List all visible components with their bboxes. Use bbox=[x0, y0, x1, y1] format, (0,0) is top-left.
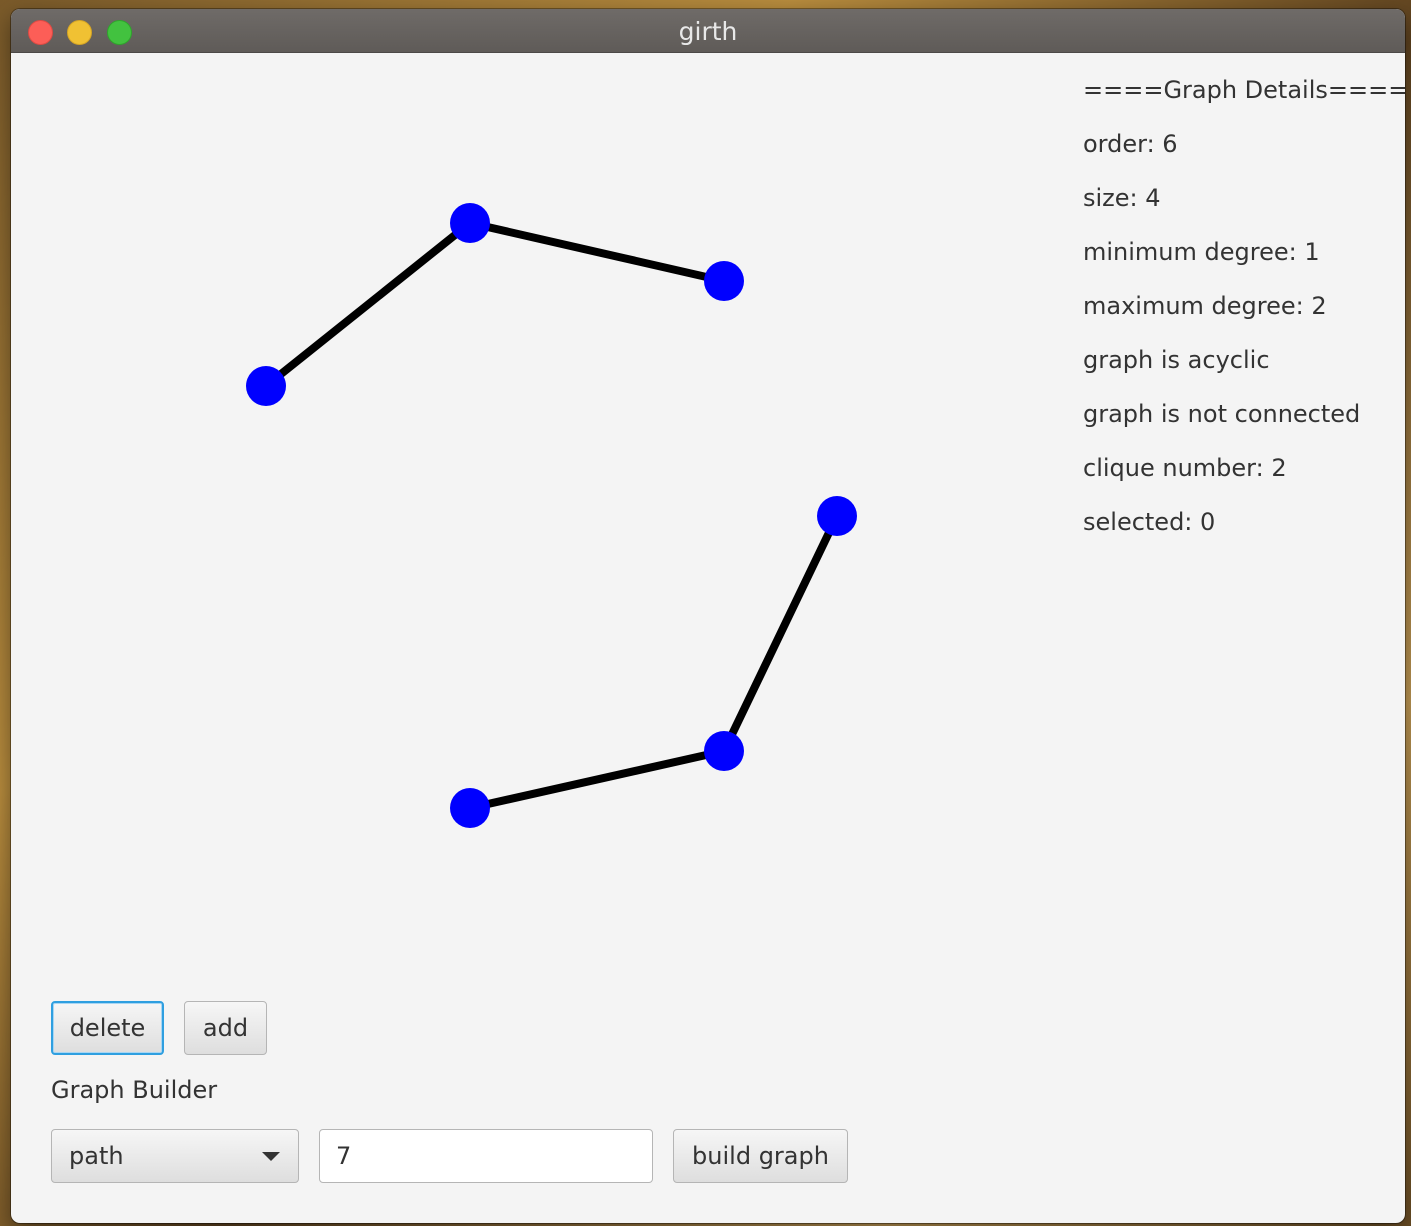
minimum-degree-text: minimum degree: 1 bbox=[1083, 238, 1320, 266]
clique-number-text: clique number: 2 bbox=[1083, 454, 1287, 482]
details-header: ====Graph Details==== bbox=[1083, 76, 1405, 104]
graph-edge[interactable] bbox=[469, 747, 725, 812]
graph-vertex[interactable] bbox=[246, 366, 286, 406]
graph-vertex[interactable] bbox=[450, 788, 490, 828]
graph-vertices bbox=[246, 203, 857, 828]
app-window: girth ====Graph Details==== order: 6 siz… bbox=[11, 9, 1405, 1223]
graph-type-value: path bbox=[69, 1142, 124, 1170]
graph-builder-label: Graph Builder bbox=[51, 1076, 218, 1104]
graph-canvas[interactable] bbox=[11, 53, 1061, 983]
graph-edge[interactable] bbox=[469, 219, 725, 285]
graph-details-panel: ====Graph Details==== order: 6 size: 4 m… bbox=[1083, 73, 1405, 559]
chevron-down-icon bbox=[262, 1152, 280, 1161]
graph-vertex[interactable] bbox=[450, 203, 490, 243]
graph-edge[interactable] bbox=[263, 219, 473, 390]
maximum-degree-text: maximum degree: 2 bbox=[1083, 292, 1327, 320]
graph-edges bbox=[263, 219, 841, 812]
graph-vertex[interactable] bbox=[704, 731, 744, 771]
window-title: girth bbox=[678, 17, 738, 46]
delete-button[interactable]: delete bbox=[51, 1001, 164, 1055]
connected-status-text: graph is not connected bbox=[1083, 400, 1361, 428]
build-graph-button[interactable]: build graph bbox=[673, 1129, 848, 1183]
order-text: order: 6 bbox=[1083, 130, 1178, 158]
vertex-count-input[interactable] bbox=[319, 1129, 653, 1183]
title-bar[interactable]: girth bbox=[11, 9, 1405, 53]
size-text: size: 4 bbox=[1083, 184, 1161, 212]
acyclic-status-text: graph is acyclic bbox=[1083, 346, 1270, 374]
graph-type-dropdown[interactable]: path bbox=[51, 1129, 299, 1183]
graph-vertex[interactable] bbox=[817, 496, 857, 536]
graph-vertex[interactable] bbox=[704, 261, 744, 301]
add-button[interactable]: add bbox=[184, 1001, 267, 1055]
graph-edge[interactable] bbox=[720, 514, 841, 753]
selected-count-text: selected: 0 bbox=[1083, 508, 1216, 536]
